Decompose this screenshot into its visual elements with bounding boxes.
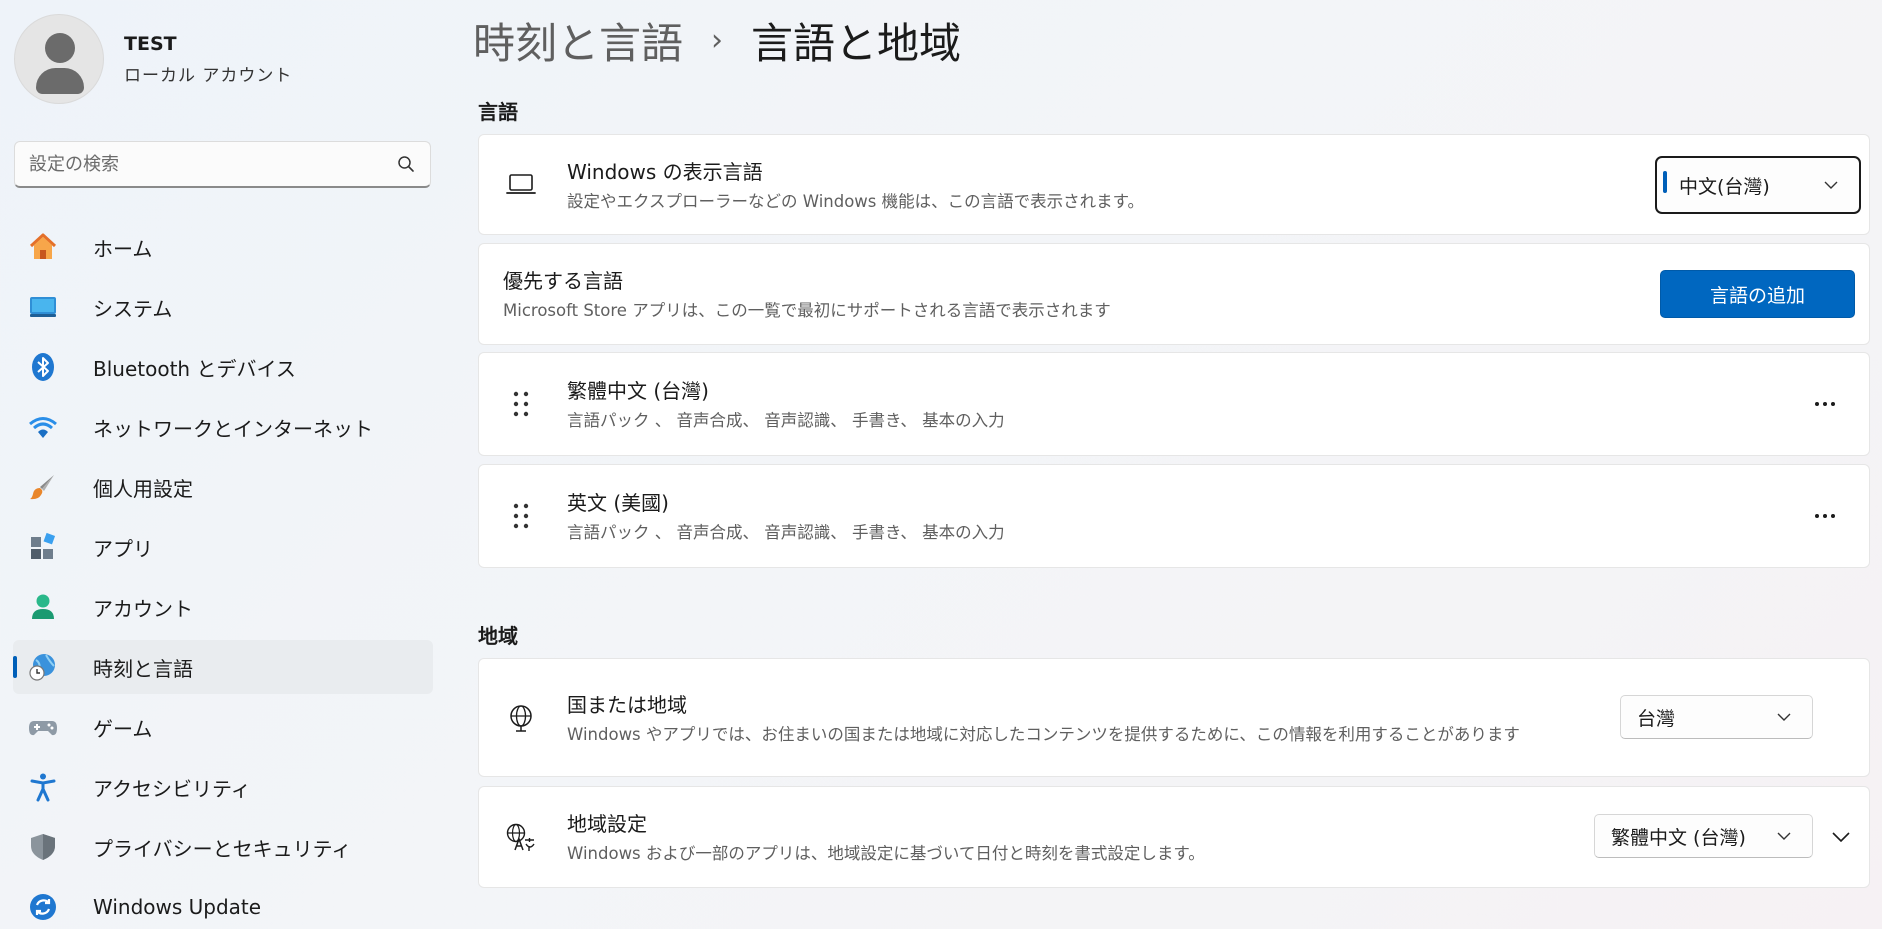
add-language-button[interactable]: 言語の追加 [1660,270,1855,318]
country-region-card: 国または地域 Windows やアプリでは、お住まいの国または地域に対応したコン… [478,658,1870,777]
sidebar-item-label: アプリ [93,536,153,561]
chevron-down-icon [1776,828,1792,844]
language-features: 言語パック 、 音声合成、 音声認識、 手書き、 基本の入力 [567,523,1005,542]
breadcrumb-parent[interactable]: 時刻と言語 [473,10,683,71]
sidebar-item-network[interactable]: ネットワークとインターネット [13,400,433,454]
bluetooth-icon [27,351,59,383]
display-language-value: 中文(台灣) [1679,175,1770,198]
sidebar-item-windows-update[interactable]: Windows Update [13,880,433,929]
gamepad-icon [27,711,59,743]
sidebar-item-apps[interactable]: アプリ [13,520,433,574]
drag-handle-icon[interactable] [503,498,539,534]
display-language-card: Windows の表示言語 設定やエクスプローラーなどの Windows 機能は… [478,134,1870,235]
sidebar-item-label: アクセシビリティ [93,776,251,801]
more-options-button[interactable] [1805,496,1845,536]
sidebar-item-accounts[interactable]: アカウント [13,580,433,634]
shield-icon [27,831,59,863]
breadcrumb: 時刻と言語 › 言語と地域 [473,10,961,71]
profile-name: TEST [124,32,177,55]
regional-format-value: 繁體中文 (台灣) [1611,826,1746,849]
sidebar-item-time-language[interactable]: 時刻と言語 [13,640,433,694]
account-icon [27,591,59,623]
sidebar-item-gaming[interactable]: ゲーム [13,700,433,754]
search-icon[interactable] [396,154,416,174]
avatar [14,14,104,104]
time-language-icon [27,651,59,683]
main-content: 時刻と言語 › 言語と地域 言語 Windows の表示言語 設定やエクスプロー… [470,0,1870,929]
globe-icon [503,700,539,736]
language-name: 繁體中文 (台灣) [567,379,709,403]
apps-icon [27,531,59,563]
regional-format-dropdown[interactable]: 繁體中文 (台灣) [1594,814,1813,858]
country-region-dropdown[interactable]: 台灣 [1620,695,1813,739]
search-input[interactable] [29,153,396,175]
profile-account-type: ローカル アカウント [124,65,293,86]
section-title-region: 地域 [478,624,518,648]
more-options-button[interactable] [1805,384,1845,424]
breadcrumb-separator: › [711,23,724,58]
expand-regional-format-button[interactable] [1823,819,1859,855]
sidebar-item-label: ホーム [93,236,153,261]
page-title: 言語と地域 [751,19,962,68]
accessibility-icon [27,771,59,803]
sidebar-item-accessibility[interactable]: アクセシビリティ [13,760,433,814]
wifi-icon [27,411,59,443]
brush-icon [27,471,59,503]
sidebar-item-personalization[interactable]: 個人用設定 [13,460,433,514]
search-box[interactable] [14,141,431,188]
sidebar-nav: ホーム システム Bluetooth とデバイス ネットワークとインターネット [13,220,433,929]
country-region-description: Windows やアプリでは、お住まいの国または地域に対応したコンテンツを提供す… [567,724,1520,744]
language-item-card[interactable]: 繁體中文 (台灣) 言語パック 、 音声合成、 音声認識、 手書き、 基本の入力 [478,352,1870,456]
language-item-card[interactable]: 英文 (美國) 言語パック 、 音声合成、 音声認識、 手書き、 基本の入力 [478,464,1870,568]
language-features: 言語パック 、 音声合成、 音声認識、 手書き、 基本の入力 [567,411,1005,430]
sidebar-item-label: プライバシーとセキュリティ [93,836,352,861]
display-language-dropdown[interactable]: 中文(台灣) [1655,156,1861,214]
more-icon [1815,402,1835,406]
sidebar-item-label: Windows Update [93,895,262,919]
section-title-language: 言語 [478,100,518,124]
sidebar-item-label: 個人用設定 [93,476,193,501]
sidebar-item-label: アカウント [93,596,193,621]
drag-handle-icon[interactable] [503,386,539,422]
country-region-value: 台灣 [1637,707,1676,730]
chevron-down-icon [1823,177,1839,193]
user-profile[interactable]: TEST ローカル アカウント [14,14,292,104]
sidebar-item-privacy[interactable]: プライバシーとセキュリティ [13,820,433,874]
language-format-icon [503,819,539,855]
regional-format-card: 地域設定 Windows および一部のアプリは、地域設定に基づいて日付と時刻を書… [478,786,1870,888]
sidebar-item-label: 時刻と言語 [93,656,193,681]
sidebar-item-label: ネットワークとインターネット [93,416,373,441]
system-icon [27,291,59,323]
country-region-title: 国または地域 [567,692,687,717]
language-name: 英文 (美國) [567,491,669,515]
update-icon [27,891,59,923]
sidebar-item-label: ゲーム [93,716,153,741]
sidebar-item-bluetooth[interactable]: Bluetooth とデバイス [13,340,433,394]
sidebar: TEST ローカル アカウント ホーム システム Bluetooth とデバ [0,0,450,929]
sidebar-item-home[interactable]: ホーム [13,220,433,274]
chevron-down-icon [1776,709,1792,725]
more-icon [1815,514,1835,518]
home-icon [27,231,59,263]
sidebar-item-system[interactable]: システム [13,280,433,334]
laptop-icon [503,167,539,203]
preferred-language-card: 優先する言語 Microsoft Store アプリは、この一覧で最初にサポート… [478,243,1870,345]
sidebar-item-label: Bluetooth とデバイス [93,356,296,381]
sidebar-item-label: システム [93,296,173,321]
chevron-down-icon [1832,832,1850,842]
